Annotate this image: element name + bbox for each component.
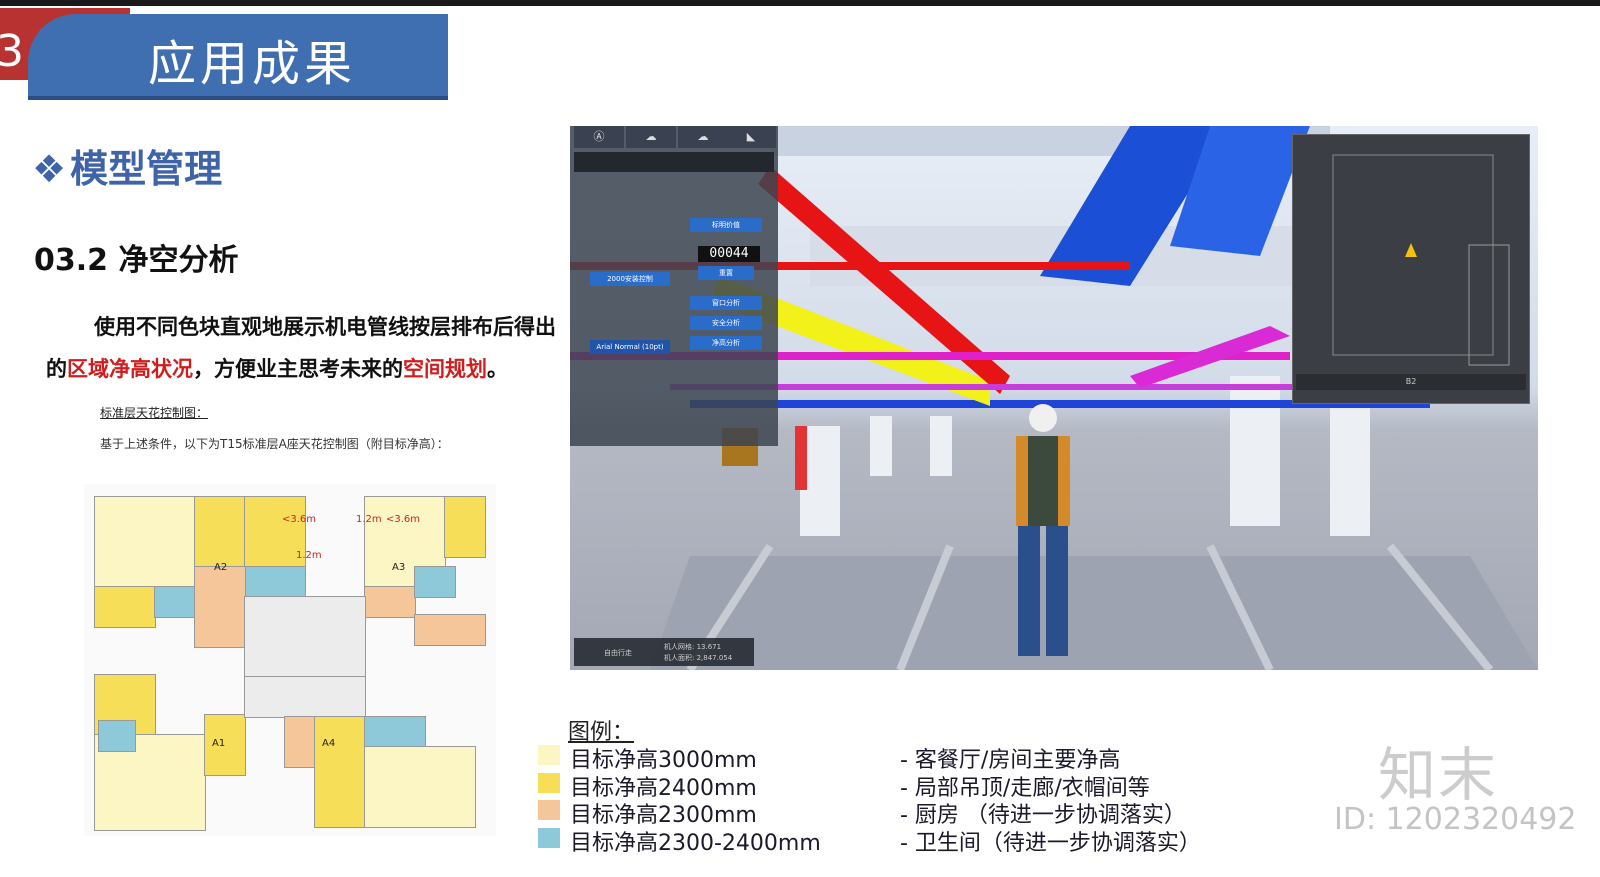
status-line-2: 机人面积: 2,847.054 bbox=[664, 654, 733, 662]
plan-room bbox=[314, 716, 366, 828]
font-select[interactable]: Arial Normal (10pt) bbox=[590, 340, 670, 354]
plan-room bbox=[244, 676, 366, 718]
floor-plan: A2 A3 A1 A4 <3.6m 1.2m <3.6m 1.2m bbox=[84, 484, 496, 836]
legend-row: 目标净高2400mm - 局部吊顶/走廊/衣帽间等 bbox=[538, 770, 1238, 801]
plan-room bbox=[244, 596, 366, 678]
panel-button[interactable]: 净高分析 bbox=[690, 336, 762, 350]
description: 使用不同色块直观地展示机电管线按层排布后得出的区域净高状况，方便业主思考未来的空… bbox=[46, 306, 560, 390]
section-heading-text: 模型管理 bbox=[70, 147, 223, 191]
status-line-1: 机人网格: 13.671 bbox=[664, 643, 722, 651]
unit-label-a2: A2 bbox=[214, 562, 228, 573]
legend-swatch bbox=[538, 800, 560, 820]
dimension-label: <3.6m bbox=[282, 514, 317, 525]
count-display: 00044 bbox=[698, 246, 760, 262]
panel-button[interactable]: 安全分析 bbox=[690, 316, 762, 330]
legend-swatch bbox=[538, 773, 560, 793]
legend-note: - 卫生间（待进一步协调落实） bbox=[900, 831, 1201, 856]
panel-toolbar[interactable] bbox=[574, 152, 774, 172]
status-bar: 自由行走 机人网格: 13.671 机人面积: 2,847.054 bbox=[574, 638, 754, 666]
plan-room bbox=[194, 566, 246, 648]
legend-row: 目标净高2300-2400mm - 卫生间（待进一步协调落实） bbox=[538, 825, 1238, 856]
panel-tab[interactable]: ◣ bbox=[726, 126, 776, 148]
minimap[interactable] bbox=[1292, 134, 1530, 404]
unit-label-a3: A3 bbox=[392, 562, 406, 573]
panel-button[interactable]: 2000安装控制 bbox=[590, 272, 670, 286]
dimension-label: 1.2m bbox=[296, 550, 322, 561]
plan-room bbox=[364, 586, 416, 618]
watermark-logo: 知末 bbox=[1378, 741, 1499, 809]
plan-room bbox=[284, 716, 316, 768]
watermark-id: ID: 1202320492 bbox=[1334, 802, 1577, 837]
diamond-bullet-icon: ❖ bbox=[32, 147, 67, 191]
walk-mode-label[interactable]: 自由行走 bbox=[604, 648, 632, 658]
legend-swatch bbox=[538, 828, 560, 848]
floor-plan-title: 标准层天花控制图： bbox=[100, 406, 209, 420]
section-number: 3 bbox=[0, 26, 24, 77]
minimap-drawing bbox=[1332, 154, 1510, 366]
bim-3d-viewport[interactable]: Ⓐ ☁ ☁ ◣ 00044 标明价值 重置 窗口分析 安全分析 净高分析 200… bbox=[570, 126, 1538, 670]
analysis-panel: Ⓐ ☁ ☁ ◣ 00044 标明价值 重置 窗口分析 安全分析 净高分析 200… bbox=[570, 126, 778, 446]
top-border bbox=[0, 0, 1600, 6]
plan-room bbox=[244, 566, 306, 598]
desc-highlight2: 空间规划 bbox=[403, 357, 487, 381]
panel-button[interactable]: 窗口分析 bbox=[690, 296, 762, 310]
subtitle: 03.2 净空分析 bbox=[34, 243, 239, 278]
plan-room bbox=[94, 496, 196, 588]
legend-row: 目标净高3000mm - 客餐厅/房间主要净高 bbox=[538, 742, 1238, 773]
unit-label-a4: A4 bbox=[322, 738, 336, 749]
panel-button[interactable]: 重置 bbox=[698, 266, 754, 280]
unit-label-a1: A1 bbox=[212, 738, 226, 749]
title-banner: 应用成果 bbox=[28, 14, 448, 100]
desc-highlight1: 区域净高状况 bbox=[67, 357, 193, 381]
dimension-label: <3.6m bbox=[386, 514, 421, 525]
plan-room bbox=[98, 720, 136, 752]
desc-part3: 。 bbox=[487, 357, 508, 381]
legend-label: 目标净高2300-2400mm bbox=[570, 831, 821, 856]
plan-room bbox=[364, 716, 426, 748]
worker-figure bbox=[1016, 404, 1070, 656]
plan-room bbox=[414, 614, 486, 646]
plan-room bbox=[414, 566, 456, 598]
desc-part2: ，方便业主思考未来的 bbox=[193, 357, 403, 381]
dimension-label: 1.2m bbox=[356, 514, 382, 525]
panel-tab[interactable]: ☁ bbox=[626, 126, 676, 148]
plan-room bbox=[364, 746, 476, 828]
page-title: 应用成果 bbox=[148, 36, 357, 92]
floor-plan-note: 基于上述条件，以下为T15标准层A座天花控制图（附目标净高）： bbox=[100, 437, 449, 451]
plan-room bbox=[444, 496, 486, 558]
panel-button[interactable]: 标明价值 bbox=[690, 218, 762, 232]
plan-room bbox=[94, 586, 156, 628]
legend-row: 目标净高2300mm - 厨房 （待进一步协调落实） bbox=[538, 797, 1238, 828]
panel-tab[interactable]: Ⓐ bbox=[574, 126, 624, 148]
plan-room bbox=[194, 496, 246, 568]
panel-tab[interactable]: ☁ bbox=[678, 126, 728, 148]
floor-selector[interactable]: B2 bbox=[1296, 374, 1526, 390]
section-heading: ❖ 模型管理 bbox=[32, 138, 222, 193]
plan-room bbox=[154, 586, 196, 618]
legend-swatch bbox=[538, 745, 560, 765]
